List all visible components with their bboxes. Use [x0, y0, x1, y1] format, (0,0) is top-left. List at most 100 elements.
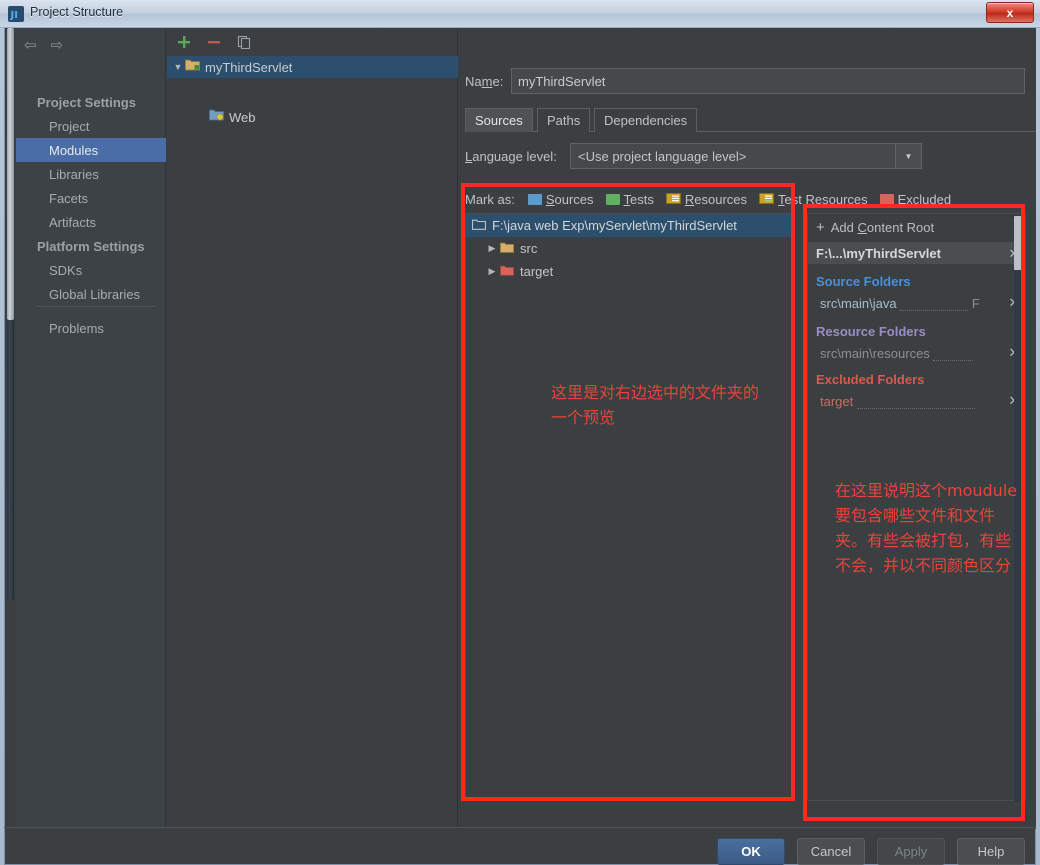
content-tree-root-row[interactable]: F:\java web Exp\myServlet\myThirdServlet [466, 214, 794, 237]
resource-folder-item[interactable]: src\main\resources [820, 346, 1006, 361]
cancel-button[interactable]: Cancel [797, 838, 865, 865]
help-button[interactable]: Help [957, 838, 1025, 865]
button-bar-divider [4, 827, 1036, 828]
module-folder-icon [185, 58, 200, 76]
mark-as-label: Mark as: [465, 192, 515, 207]
mark-as-test-resources-button[interactable]: Test Resources [759, 192, 868, 207]
sidebar-item-label: Problems [49, 321, 104, 336]
copy-module-button[interactable] [236, 34, 252, 50]
dotted-filler [933, 360, 973, 361]
content-root-scrollbar-thumb[interactable] [1014, 216, 1023, 270]
sidebar-item-label: Project [49, 119, 89, 134]
add-content-root-label: Add Content Root [831, 220, 934, 235]
sidebar-group-platform-settings: Platform Settings [16, 234, 166, 258]
window-title-bar: JI Project Structure x [0, 0, 1040, 28]
mark-as-sources-button[interactable]: Sources [528, 192, 594, 207]
resource-folders-heading: Resource Folders [816, 324, 926, 339]
sidebar-item-label: Artifacts [49, 215, 96, 230]
folder-sources-icon [528, 194, 542, 205]
resource-folder-label: src\main\resources [820, 346, 930, 361]
settings-sidebar: ⇦ ⇨ Project Settings Project Modules Lib… [16, 28, 166, 829]
add-module-button[interactable] [176, 34, 192, 50]
sidebar-item-sdks[interactable]: SDKs [16, 258, 166, 282]
content-root-path: F:\...\myThirdServlet [816, 246, 941, 261]
left-scrollbar-track-lower[interactable] [7, 320, 14, 600]
modules-list-panel: ▼ myThirdServlet Web [167, 28, 458, 829]
mark-as-excluded-button[interactable]: Excluded [880, 192, 951, 207]
annotation-module-note: 在这里说明这个moudule 要包含哪些文件和文件 夹。有些会被打包，有些 不会… [835, 478, 1017, 578]
module-tree-item-web[interactable]: Web [167, 106, 458, 128]
window-title: Project Structure [30, 5, 123, 19]
folder-test-resources-icon [759, 192, 774, 207]
folder-icon [472, 217, 486, 235]
sidebar-item-label: SDKs [49, 263, 82, 278]
source-folder-item[interactable]: src\main\java F [820, 296, 1006, 311]
source-folder-suffix: F [972, 296, 980, 311]
sidebar-group-project-settings: Project Settings [16, 90, 166, 114]
arrow-right-icon[interactable]: ⇨ [51, 38, 64, 53]
excluded-folders-heading: Excluded Folders [816, 372, 924, 387]
language-level-value: <Use project language level> [571, 149, 895, 164]
sidebar-item-project[interactable]: Project [16, 114, 166, 138]
content-tree-row-label: src [520, 241, 537, 256]
add-content-root-button[interactable]: + Add Content Root [808, 214, 1025, 240]
arrow-left-icon[interactable]: ⇦ [24, 38, 37, 53]
sidebar-item-label: Libraries [49, 167, 99, 182]
tab-paths[interactable]: Paths [537, 108, 590, 132]
mark-as-toolbar: Mark as: Sources Tests [465, 188, 1036, 210]
dotted-filler [857, 408, 975, 409]
module-tree-root[interactable]: ▼ myThirdServlet [167, 56, 458, 78]
editor-tabs: Sources Paths Dependencies [465, 108, 1036, 132]
chevron-right-icon[interactable]: ▶ [484, 266, 500, 277]
excluded-folder-item[interactable]: target [820, 394, 1006, 409]
web-facet-icon [209, 108, 224, 126]
language-level-label: Language level: [465, 149, 557, 164]
chevron-right-icon[interactable]: ▶ [484, 243, 500, 254]
source-folder-label: src\main\java [820, 296, 897, 311]
sidebar-nav-arrows: ⇦ ⇨ [24, 38, 63, 53]
sidebar-divider [36, 306, 156, 307]
folder-excluded-icon [500, 263, 514, 281]
project-structure-window: JI Project Structure x ⇦ ⇨ Project Setti… [0, 0, 1040, 865]
folder-tests-icon [606, 194, 620, 205]
module-tree-root-label: myThirdServlet [205, 60, 292, 75]
sidebar-item-modules[interactable]: Modules [16, 138, 166, 162]
mark-as-resources-button[interactable]: Resources [666, 192, 747, 207]
sidebar-item-problems[interactable]: Problems [16, 316, 166, 340]
content-tree-row-label: target [520, 264, 553, 279]
module-name-input[interactable] [511, 68, 1025, 94]
annotation-preview-note: 这里是对右边选中的文件夹的 一个预览 [551, 380, 759, 430]
tab-dependencies[interactable]: Dependencies [594, 108, 697, 132]
dotted-filler [900, 310, 968, 311]
language-level-select[interactable]: <Use project language level> ▼ [570, 143, 922, 169]
sidebar-item-facets[interactable]: Facets [16, 186, 166, 210]
intellij-idea-icon: JI [8, 6, 24, 22]
left-scrollbar-thumb[interactable] [7, 28, 14, 320]
source-folders-heading: Source Folders [816, 274, 911, 289]
sidebar-item-label: Facets [49, 191, 88, 206]
left-scrollbar[interactable] [5, 28, 16, 829]
content-tree-row-target[interactable]: ▶ target [466, 260, 794, 283]
name-field-label: Name: [465, 74, 503, 89]
content-tree-row-src[interactable]: ▶ src [466, 237, 794, 260]
sidebar-item-libraries[interactable]: Libraries [16, 162, 166, 186]
mark-as-tests-button[interactable]: Tests [606, 192, 654, 207]
plus-icon: + [816, 220, 825, 235]
folder-excluded-icon [880, 194, 894, 205]
svg-text:JI: JI [10, 10, 18, 21]
sidebar-item-global-libraries[interactable]: Global Libraries [16, 282, 166, 306]
tab-sources[interactable]: Sources [465, 108, 533, 132]
remove-module-button[interactable] [206, 34, 222, 50]
module-tree-item-label: Web [229, 110, 256, 125]
ok-button[interactable]: OK [717, 838, 785, 865]
modules-toolbar [167, 28, 458, 56]
excluded-folder-label: target [820, 394, 853, 409]
content-tree-root-label: F:\java web Exp\myServlet\myThirdServlet [492, 218, 737, 233]
chevron-down-icon[interactable]: ▼ [171, 62, 185, 72]
close-window-button[interactable]: x [986, 2, 1034, 23]
sidebar-item-label: Global Libraries [49, 287, 140, 302]
sidebar-item-artifacts[interactable]: Artifacts [16, 210, 166, 234]
apply-button[interactable]: Apply [877, 838, 945, 865]
chevron-down-icon[interactable]: ▼ [895, 144, 921, 168]
content-root-entry[interactable]: F:\...\myThirdServlet [808, 242, 1025, 264]
